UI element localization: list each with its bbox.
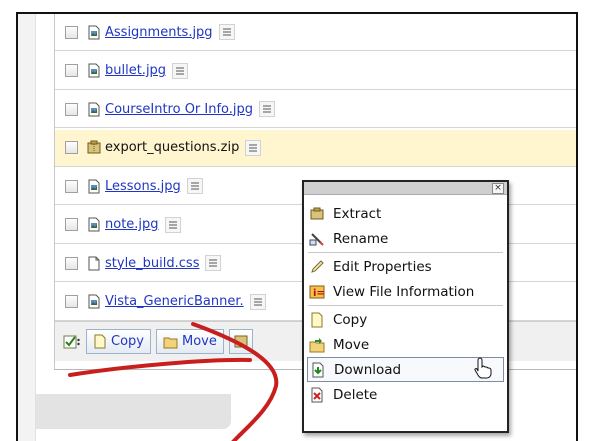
zip-icon <box>309 206 325 222</box>
file-menu-icon[interactable] <box>172 62 189 79</box>
file-name-link: export_questions.zip <box>105 140 240 155</box>
file-row: bullet.jpg <box>55 53 576 90</box>
svg-text:i=: i= <box>313 288 325 299</box>
image-file-icon <box>87 217 101 232</box>
menu-separator <box>308 305 503 306</box>
file-menu-icon[interactable] <box>186 178 203 194</box>
context-menu-header: × <box>304 182 507 195</box>
menu-item-extract[interactable]: Extract <box>304 201 507 226</box>
copy-icon <box>94 334 106 349</box>
file-name-link[interactable]: note.jpg <box>105 217 159 232</box>
menu-item-move[interactable]: Move <box>304 332 507 357</box>
select-all-checkbox[interactable] <box>63 334 81 350</box>
image-file-icon <box>87 25 101 40</box>
row-checkbox[interactable] <box>65 295 78 308</box>
file-menu-icon[interactable] <box>249 293 266 310</box>
move-icon <box>163 337 178 349</box>
menu-item-label: Rename <box>333 230 389 247</box>
copy-button-label: Copy <box>111 334 144 349</box>
pencil-icon <box>309 259 325 275</box>
row-checkbox[interactable] <box>65 25 78 39</box>
move-button[interactable]: Move <box>155 329 224 354</box>
file-row: export_questions.zip <box>55 129 576 167</box>
hand-cursor-icon <box>473 356 493 383</box>
menu-item-delete[interactable]: Delete <box>304 382 507 407</box>
row-checkbox[interactable] <box>65 64 78 77</box>
screenshot-frame: Assignments.jpg bullet.jpg CourseIntro Or … <box>16 12 578 441</box>
file-menu-icon[interactable] <box>218 24 235 40</box>
document-icon <box>87 256 101 271</box>
menu-item-label: Edit Properties <box>333 258 432 275</box>
menu-item-download[interactable]: Download <box>307 356 504 383</box>
file-name-link[interactable]: Vista_GenericBanner. <box>105 294 244 309</box>
menu-item-copy[interactable]: Copy <box>304 307 507 332</box>
menu-item-view-file-information[interactable]: i= View File Information <box>304 279 507 304</box>
image-file-icon <box>87 294 101 309</box>
image-file-icon <box>87 63 101 78</box>
more-button[interactable] <box>228 329 253 354</box>
file-name-link[interactable]: style_build.css <box>105 256 199 271</box>
menu-separator <box>308 252 503 253</box>
rename-icon <box>309 231 325 247</box>
menu-item-rename[interactable]: Rename <box>304 226 507 251</box>
menu-item-label: View File Information <box>333 283 475 300</box>
file-name-link[interactable]: Assignments.jpg <box>105 25 213 40</box>
row-checkbox[interactable] <box>65 256 78 270</box>
left-margin <box>18 14 36 441</box>
download-icon <box>310 362 326 378</box>
file-menu-icon[interactable] <box>245 139 262 156</box>
file-row: CourseIntro Or Info.jpg <box>55 91 576 128</box>
row-checkbox[interactable] <box>65 102 78 116</box>
menu-item-label: Delete <box>333 386 378 403</box>
file-name-link[interactable]: bullet.jpg <box>105 63 166 78</box>
menu-item-label: Download <box>334 361 402 378</box>
image-file-icon <box>87 102 101 117</box>
row-checkbox[interactable] <box>65 141 78 154</box>
row-checkbox[interactable] <box>65 218 78 231</box>
menu-item-label: Extract <box>333 205 382 222</box>
close-icon[interactable]: × <box>492 183 504 194</box>
file-menu-icon[interactable] <box>164 216 181 233</box>
menu-item-label: Copy <box>333 311 368 328</box>
copy-icon <box>309 312 325 328</box>
copy-button[interactable]: Copy <box>86 329 151 354</box>
file-row: Assignments.jpg <box>55 14 576 51</box>
file-name-link[interactable]: Lessons.jpg <box>105 179 181 194</box>
file-menu-icon[interactable] <box>259 101 276 117</box>
move-button-label: Move <box>181 334 217 349</box>
delete-icon <box>309 387 325 403</box>
zip-icon <box>234 335 248 348</box>
menu-item-label: Move <box>333 336 370 353</box>
file-menu-icon[interactable] <box>205 255 222 271</box>
image-file-icon <box>87 179 101 194</box>
menu-item-edit-properties[interactable]: Edit Properties <box>304 254 507 279</box>
zip-file-icon <box>87 140 101 155</box>
file-name-link[interactable]: CourseIntro Or Info.jpg <box>105 102 253 117</box>
move-icon <box>309 337 325 353</box>
row-checkbox[interactable] <box>65 179 78 193</box>
info-icon: i= <box>309 284 325 300</box>
status-bar <box>36 394 231 429</box>
file-context-menu: × Extract Rename Edit Properties i= View Fil… <box>302 180 509 433</box>
